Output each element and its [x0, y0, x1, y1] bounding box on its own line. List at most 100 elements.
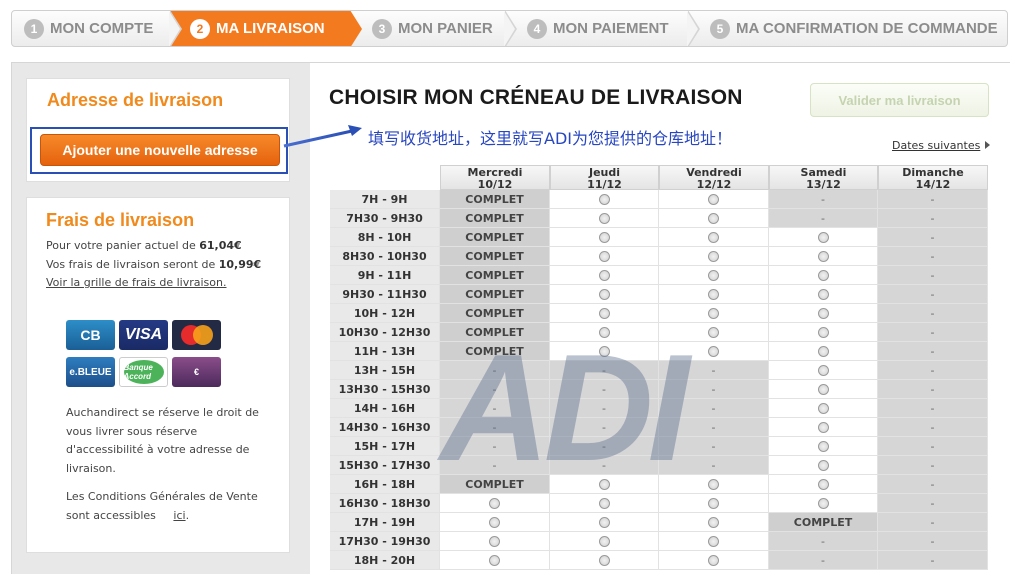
slot-radio-cell[interactable]	[550, 247, 659, 266]
cgv-link[interactable]: ici	[173, 509, 185, 522]
slot-radio-cell[interactable]	[659, 513, 769, 532]
radio-icon[interactable]	[708, 345, 719, 357]
radio-icon[interactable]	[817, 402, 829, 414]
radio-icon[interactable]	[598, 250, 610, 262]
slot-radio-cell[interactable]	[769, 342, 878, 361]
slot-radio-cell[interactable]	[440, 494, 550, 513]
radio-icon[interactable]	[598, 307, 610, 319]
slot-radio-cell[interactable]	[769, 494, 878, 513]
slot-radio-cell[interactable]	[769, 475, 878, 494]
slot-radio-cell[interactable]	[550, 342, 659, 361]
slot-radio-cell[interactable]	[550, 228, 659, 247]
step-mon-compte[interactable]: 1 MON COMPTE	[12, 11, 182, 46]
radio-icon[interactable]	[817, 497, 829, 509]
slot-radio-cell[interactable]	[659, 475, 769, 494]
radio-icon[interactable]	[708, 497, 719, 509]
step-mon-panier[interactable]: 3 MON PANIER	[350, 11, 517, 46]
radio-icon[interactable]	[708, 326, 719, 338]
step-confirmation[interactable]: 5 MA CONFIRMATION DE COMMANDE	[688, 11, 1007, 46]
radio-icon[interactable]	[708, 478, 719, 490]
slot-radio-cell[interactable]	[440, 551, 550, 570]
radio-icon[interactable]	[598, 535, 610, 547]
slot-radio-cell[interactable]	[550, 532, 659, 551]
slot-radio-cell[interactable]	[769, 228, 878, 247]
radio-icon[interactable]	[817, 459, 829, 471]
slot-radio-cell[interactable]	[659, 285, 769, 304]
radio-icon[interactable]	[489, 497, 500, 509]
slot-radio-cell[interactable]	[550, 285, 659, 304]
radio-icon[interactable]	[708, 288, 719, 300]
slot-radio-cell[interactable]	[550, 475, 659, 494]
slot-radio-cell[interactable]	[659, 342, 769, 361]
radio-icon[interactable]	[489, 554, 500, 566]
validate-delivery-button[interactable]: Valider ma livraison	[810, 83, 989, 117]
slot-radio-cell[interactable]	[550, 209, 659, 228]
radio-icon[interactable]	[598, 212, 610, 224]
radio-icon[interactable]	[817, 345, 829, 357]
radio-icon[interactable]	[817, 307, 829, 319]
radio-icon[interactable]	[598, 326, 610, 338]
step-mon-paiement[interactable]: 4 MON PAIEMENT	[505, 11, 700, 46]
slot-radio-cell[interactable]	[550, 190, 659, 209]
radio-icon[interactable]	[817, 421, 829, 433]
slot-radio-cell[interactable]	[769, 361, 878, 380]
slot-radio-cell[interactable]	[659, 209, 769, 228]
radio-icon[interactable]	[598, 554, 610, 566]
radio-icon[interactable]	[598, 478, 610, 490]
slot-radio-cell[interactable]	[659, 190, 769, 209]
radio-icon[interactable]	[817, 478, 829, 490]
radio-icon[interactable]	[708, 250, 719, 262]
radio-icon[interactable]	[817, 231, 829, 243]
radio-icon[interactable]	[708, 212, 719, 224]
radio-icon[interactable]	[817, 269, 829, 281]
radio-icon[interactable]	[817, 440, 829, 452]
slot-radio-cell[interactable]	[769, 380, 878, 399]
radio-icon[interactable]	[817, 383, 829, 395]
slot-radio-cell[interactable]	[550, 266, 659, 285]
slot-radio-cell[interactable]	[769, 304, 878, 323]
radio-icon[interactable]	[708, 307, 719, 319]
radio-icon[interactable]	[817, 250, 829, 262]
radio-icon[interactable]	[817, 364, 829, 376]
radio-icon[interactable]	[708, 269, 719, 281]
radio-icon[interactable]	[489, 535, 500, 547]
slot-radio-cell[interactable]	[769, 247, 878, 266]
slot-radio-cell[interactable]	[769, 323, 878, 342]
slot-radio-cell[interactable]	[769, 418, 878, 437]
radio-icon[interactable]	[489, 516, 500, 528]
slot-radio-cell[interactable]	[769, 285, 878, 304]
radio-icon[interactable]	[598, 193, 610, 205]
slot-radio-cell[interactable]	[550, 494, 659, 513]
slot-radio-cell[interactable]	[659, 247, 769, 266]
slot-radio-cell[interactable]	[769, 437, 878, 456]
slot-radio-cell[interactable]	[550, 513, 659, 532]
fee-grid-link[interactable]: Voir la grille de frais de livraison.	[46, 274, 286, 293]
slot-radio-cell[interactable]	[659, 551, 769, 570]
slot-radio-cell[interactable]	[659, 228, 769, 247]
radio-icon[interactable]	[708, 535, 719, 547]
radio-icon[interactable]	[598, 516, 610, 528]
radio-icon[interactable]	[817, 326, 829, 338]
next-dates-link[interactable]: Dates suivantes	[892, 139, 991, 152]
radio-icon[interactable]	[708, 516, 719, 528]
radio-icon[interactable]	[708, 231, 719, 243]
slot-radio-cell[interactable]	[550, 323, 659, 342]
slot-radio-cell[interactable]	[769, 266, 878, 285]
slot-radio-cell[interactable]	[769, 399, 878, 418]
radio-icon[interactable]	[598, 497, 610, 509]
slot-radio-cell[interactable]	[659, 266, 769, 285]
radio-icon[interactable]	[598, 288, 610, 300]
slot-radio-cell[interactable]	[659, 304, 769, 323]
radio-icon[interactable]	[708, 554, 719, 566]
add-address-button[interactable]: Ajouter une nouvelle adresse	[40, 134, 280, 166]
slot-radio-cell[interactable]	[440, 513, 550, 532]
slot-radio-cell[interactable]	[440, 532, 550, 551]
radio-icon[interactable]	[598, 269, 610, 281]
radio-icon[interactable]	[598, 231, 610, 243]
slot-radio-cell[interactable]	[550, 551, 659, 570]
radio-icon[interactable]	[708, 193, 719, 205]
slot-radio-cell[interactable]	[659, 532, 769, 551]
slot-radio-cell[interactable]	[769, 456, 878, 475]
slot-radio-cell[interactable]	[659, 494, 769, 513]
step-ma-livraison[interactable]: 2 MA LIVRAISON	[170, 11, 362, 46]
